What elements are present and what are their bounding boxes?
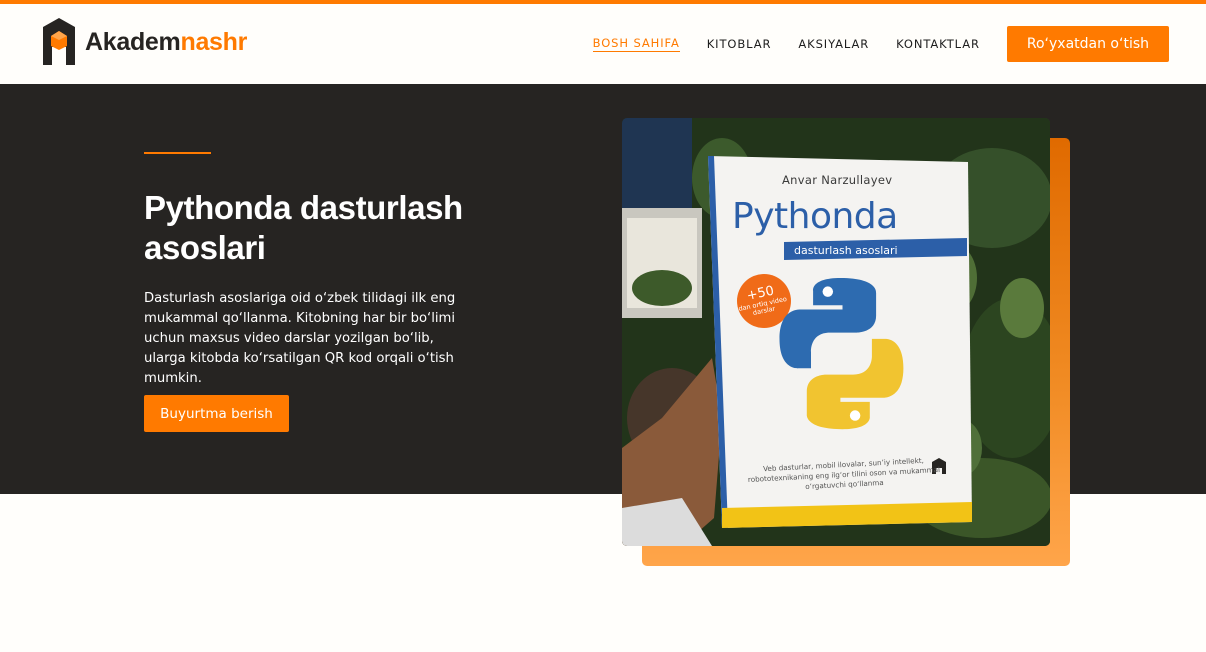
hero-accent-line bbox=[144, 152, 211, 154]
nav-link-promotions[interactable]: AKSIYALAR bbox=[798, 37, 869, 51]
register-button[interactable]: Ro‘yxatdan o‘tish bbox=[1006, 26, 1169, 62]
brand-name-part2: nashr bbox=[180, 27, 248, 56]
hero-description: Dasturlash asoslariga oid o‘zbek tilidag… bbox=[144, 291, 456, 386]
nav-link-home[interactable]: BOSH SAHIFA bbox=[592, 36, 680, 52]
logo-icon bbox=[43, 18, 75, 65]
book-badge-text: dan ortiq video darslar bbox=[737, 294, 788, 318]
order-button[interactable]: Buyurtma berish bbox=[144, 395, 289, 432]
brand-name-part1: Akadem bbox=[85, 27, 181, 56]
hero-title: Pythonda dasturlash asoslari bbox=[144, 189, 463, 266]
site-header: Akademnashr BOSH SAHIFA KITOBLAR AKSIYAL… bbox=[0, 4, 1206, 84]
book-subtitle: dasturlash asoslari bbox=[794, 244, 898, 257]
book-author: Anvar Narzullayev bbox=[782, 173, 893, 187]
main-nav: BOSH SAHIFA KITOBLAR AKSIYALAR KONTAKTLA… bbox=[592, 26, 1169, 62]
brand-name: Akademnashr bbox=[85, 28, 247, 57]
book-title: Pythonda bbox=[732, 196, 898, 237]
nav-link-books[interactable]: KITOBLAR bbox=[707, 37, 772, 51]
brand-logo[interactable]: Akademnashr bbox=[42, 17, 247, 67]
book-photo: Anvar Narzullayev Pythonda dasturlash as… bbox=[622, 118, 1050, 546]
nav-link-contacts[interactable]: KONTAKTLAR bbox=[896, 37, 980, 51]
